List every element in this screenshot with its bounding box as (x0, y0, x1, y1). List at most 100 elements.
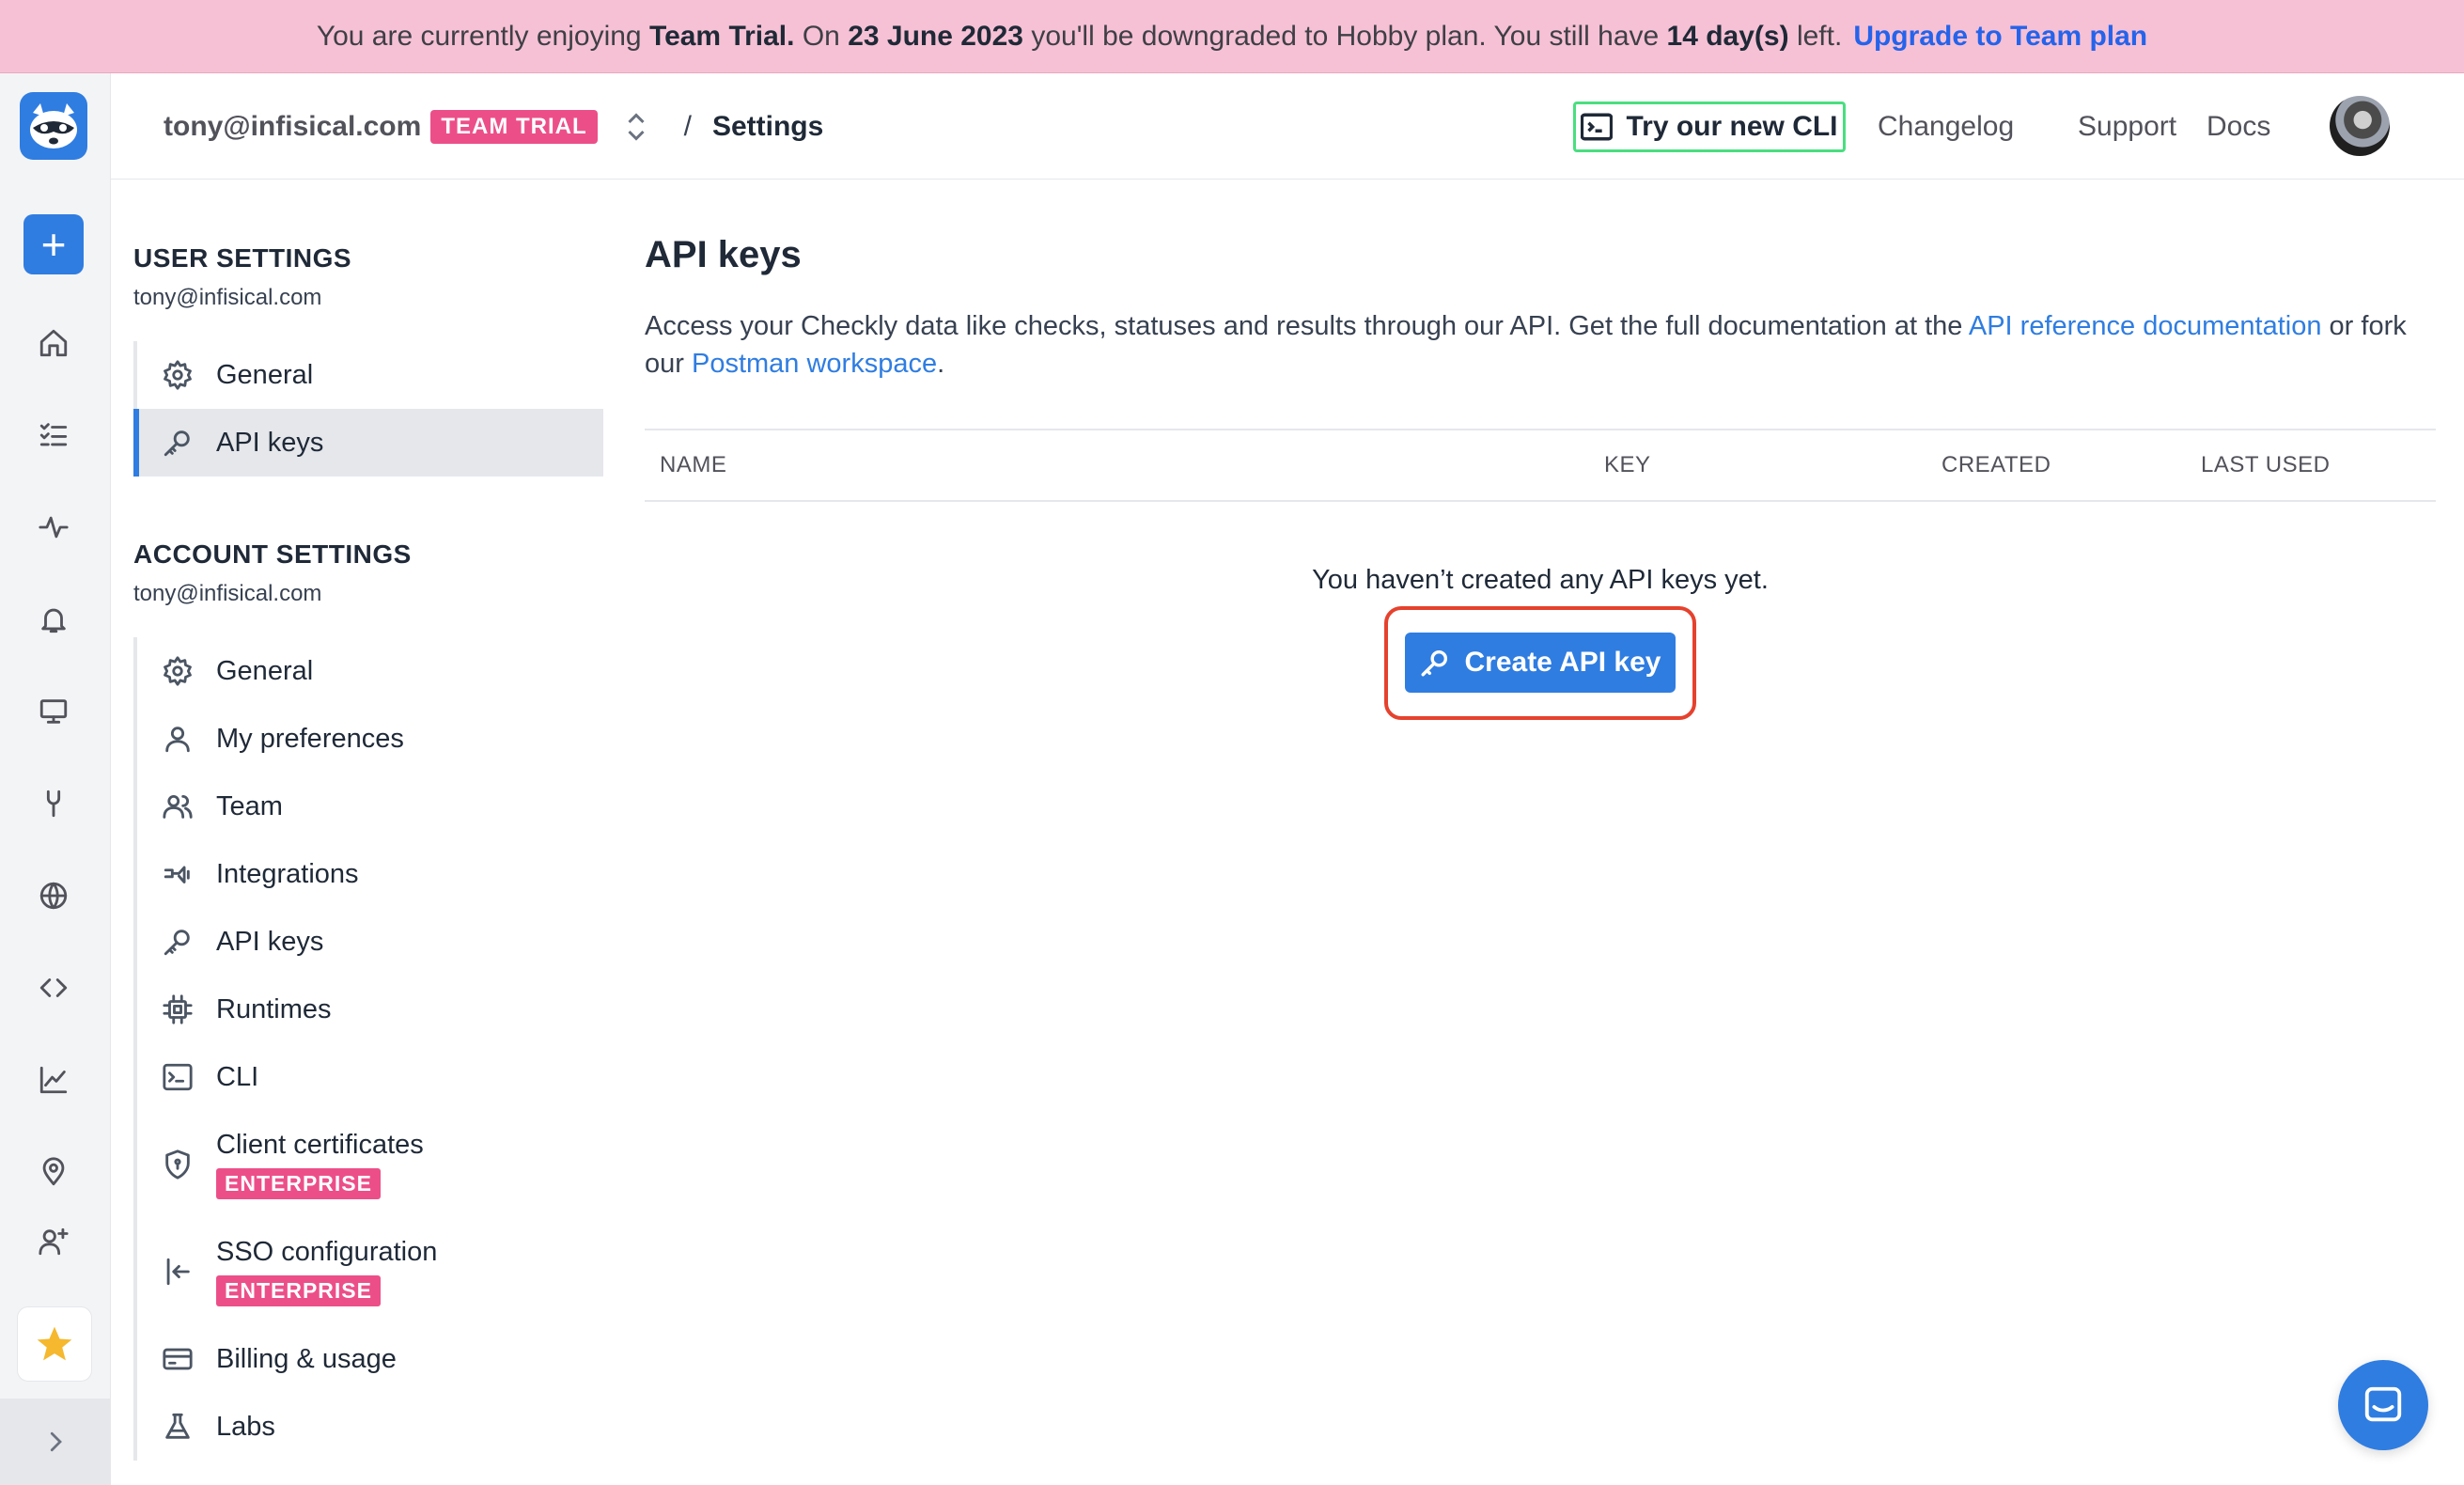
sidebar-item-label: General (216, 359, 314, 390)
bell-icon[interactable] (32, 598, 75, 641)
star-icon[interactable] (17, 1306, 92, 1382)
enterprise-badge: ENTERPRISE (216, 1168, 381, 1199)
team-trial-badge: TEAM TRIAL (430, 109, 598, 144)
sidebar-item-client-certificates[interactable]: Client certificates ENTERPRISE (137, 1111, 603, 1218)
shield-icon (162, 1149, 194, 1180)
support-link[interactable]: Support (2078, 73, 2176, 180)
trial-banner: You are currently enjoying Team Trial. O… (0, 0, 2464, 73)
user-icon (162, 723, 194, 755)
sidebar-item-runtimes[interactable]: Runtimes (137, 976, 603, 1043)
user-settings-nav: General API keys (133, 341, 603, 477)
account-settings-heading: ACCOUNT SETTINGS (133, 539, 412, 569)
sidebar-item-label: Integrations (216, 858, 359, 889)
chevron-right-icon (50, 1431, 62, 1452)
docs-link[interactable]: Docs (2207, 73, 2270, 180)
create-api-key-button[interactable]: Create API key (1405, 633, 1676, 693)
sidebar-item-label: Runtimes (216, 993, 332, 1024)
banner-text-2: On (794, 20, 849, 52)
user-settings-email: tony@infisical.com (133, 285, 322, 310)
sidebar-item-label: My preferences (216, 723, 404, 754)
location-icon[interactable] (32, 1150, 75, 1194)
raccoon-logo-icon (30, 103, 77, 148)
sidebar-item-sso-configuration[interactable]: SSO configuration ENTERPRISE (137, 1218, 603, 1325)
top-header: tony@infisical.com TEAM TRIAL / Settings… (111, 73, 2464, 180)
sidebar-item-general[interactable]: General (137, 637, 603, 705)
key-icon (1422, 649, 1448, 677)
desc-text-1: Access your Checkly data like checks, st… (645, 311, 1969, 341)
sidebar-item-label: API keys (216, 427, 324, 458)
plug-icon (162, 858, 194, 890)
desc-text-3: . (937, 349, 945, 379)
banner-text-1: You are currently enjoying (316, 20, 649, 52)
sidebar-item-label: Team (216, 790, 283, 821)
column-header-created: CREATED (1942, 452, 2051, 477)
add-user-icon[interactable] (32, 1220, 75, 1263)
gear-icon (162, 359, 194, 391)
chevron-up-down-icon[interactable] (622, 108, 650, 146)
banner-text-3: you'll be downgraded to Hobby plan. You … (1022, 20, 1667, 52)
sidebar-item-user-general[interactable]: General (137, 341, 603, 409)
account-settings-nav: General My preferences Team Integrations… (133, 637, 603, 1461)
api-keys-table-header: NAME KEY CREATED LAST USED (645, 429, 2436, 502)
page-breadcrumb-title: Settings (711, 110, 824, 142)
enterprise-badge: ENTERPRISE (216, 1275, 381, 1306)
sidebar-item-team[interactable]: Team (137, 773, 603, 840)
sidebar-item-label: General (216, 655, 314, 686)
checks-list-icon[interactable] (32, 414, 75, 457)
sidebar-item-integrations[interactable]: Integrations (137, 840, 603, 908)
sidebar-item-api-keys[interactable]: API keys (137, 908, 603, 976)
column-header-key: KEY (1604, 452, 1651, 477)
api-keys-description: Access your Checkly data like checks, st… (645, 307, 2430, 383)
key-icon (162, 427, 194, 459)
breadcrumb-separator: / (683, 110, 692, 142)
account-settings-email: tony@infisical.com (133, 581, 322, 606)
sidebar-item-billing-usage[interactable]: Billing & usage (137, 1325, 603, 1393)
create-api-key-label: Create API key (1464, 647, 1661, 678)
login-icon (162, 1256, 194, 1288)
chat-icon (2364, 1386, 2402, 1422)
empty-state-message: You haven’t created any API keys yet. (1312, 565, 1769, 595)
sidebar-item-labs[interactable]: Labs (137, 1393, 603, 1461)
postman-workspace-link[interactable]: Postman workspace (692, 349, 937, 379)
home-icon[interactable] (32, 321, 75, 365)
code-icon[interactable] (32, 966, 75, 1009)
sidebar-item-user-api-keys[interactable]: API keys (133, 409, 603, 477)
banner-plan: Team Trial. (648, 20, 795, 52)
expand-sidebar-button[interactable] (0, 1399, 111, 1485)
terminal-icon (162, 1061, 194, 1093)
chart-icon[interactable] (32, 1058, 75, 1102)
column-header-name: NAME (660, 452, 727, 477)
account-email[interactable]: tony@infisical.com (164, 111, 421, 143)
api-reference-link[interactable]: API reference documentation (1969, 311, 2322, 341)
chat-support-button[interactable] (2338, 1360, 2428, 1450)
avatar[interactable] (2330, 96, 2390, 156)
page-title: API keys (645, 234, 802, 275)
key-icon (162, 926, 194, 958)
app-logo[interactable] (20, 92, 87, 160)
sidebar-item-cli[interactable]: CLI (137, 1043, 603, 1111)
team-icon (162, 790, 194, 822)
monitor-icon[interactable] (32, 690, 75, 733)
try-cli-label: Try our new CLI (1626, 111, 1838, 142)
account-switcher[interactable]: tony@infisical.com TEAM TRIAL / Settings (164, 73, 823, 180)
column-header-last-used: LAST USED (2201, 452, 2331, 477)
try-cli-button[interactable]: Try our new CLI (1573, 102, 1846, 152)
upgrade-link[interactable]: Upgrade to Team plan (1853, 21, 2147, 53)
terminal-icon (1581, 113, 1614, 141)
user-settings-heading: USER SETTINGS (133, 243, 352, 273)
new-check-button[interactable]: + (23, 214, 84, 274)
credit-card-icon (162, 1343, 194, 1375)
sidebar-item-label: API keys (216, 926, 324, 957)
icon-rail: + (0, 73, 111, 1485)
sidebar-item-label: CLI (216, 1061, 259, 1092)
flask-icon (162, 1411, 194, 1443)
changelog-link[interactable]: Changelog (1878, 73, 2014, 180)
tools-icon[interactable] (32, 782, 75, 825)
activity-icon[interactable] (32, 506, 75, 549)
sidebar-item-my-preferences[interactable]: My preferences (137, 705, 603, 773)
globe-icon[interactable] (32, 874, 75, 917)
banner-date: 23 June 2023 (848, 20, 1023, 52)
banner-text-4: left. (1788, 20, 1843, 52)
sidebar-item-label: SSO configuration (216, 1237, 438, 1267)
settings-sidebar: USER SETTINGS tony@infisical.com General… (111, 180, 603, 1485)
